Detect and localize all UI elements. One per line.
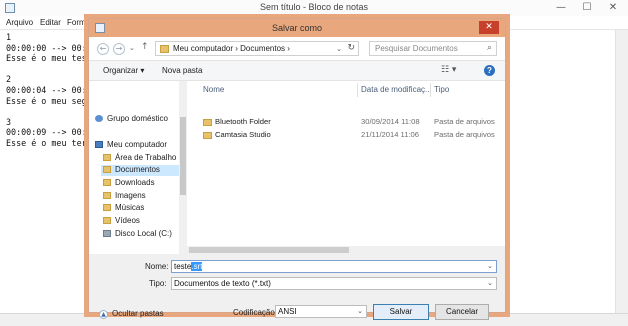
computer-icon xyxy=(95,141,103,148)
chevron-down-icon[interactable]: ⌄ xyxy=(487,279,493,287)
dialog-toolbar: Organizar ▾ Nova pasta ☷ ▾ ? xyxy=(89,61,505,81)
file-name: Bluetooth Folder xyxy=(215,117,271,126)
chevron-down-icon[interactable]: ⌄ xyxy=(357,307,363,315)
forward-arrow-icon[interactable]: → xyxy=(113,43,125,55)
collapse-icon: ▲ xyxy=(99,310,108,319)
dialog-title: Salvar como xyxy=(271,23,323,33)
navigation-pane: Grupo doméstico Meu computador Área de T… xyxy=(89,81,187,254)
file-list-hscrollbar[interactable] xyxy=(187,246,505,254)
encoding-value: ANSI xyxy=(278,307,297,316)
column-header-nome[interactable]: Nome xyxy=(203,85,224,94)
navigation-bar: ← → ⌄ ↑ Meu computador › Documentos › ⌄ … xyxy=(89,37,505,61)
new-folder-button[interactable]: Nova pasta xyxy=(162,66,202,75)
nav-item-grupo-domestico[interactable]: Grupo doméstico xyxy=(95,114,168,123)
file-list: Nome Data de modificaç... Tipo Bluetooth… xyxy=(187,81,505,254)
notepad-scrollbar[interactable] xyxy=(615,30,628,313)
address-path[interactable]: Meu computador › Documentos › xyxy=(173,44,290,53)
encoding-label: Codificação: xyxy=(233,308,278,317)
folder-icon xyxy=(103,166,111,173)
folder-icon xyxy=(103,154,111,161)
nav-item-musicas[interactable]: Músicas xyxy=(103,203,144,212)
history-chevron-icon[interactable]: ⌄ xyxy=(129,44,135,52)
column-separator[interactable] xyxy=(357,83,358,97)
filetype-select[interactable]: Documentos de texto (*.txt) ⌄ xyxy=(171,277,497,290)
organize-button[interactable]: Organizar ▾ xyxy=(103,66,144,75)
save-as-dialog: Salvar como ✕ ← → ⌄ ↑ Meu computador › D… xyxy=(88,18,506,320)
folder-icon xyxy=(103,179,111,186)
column-header-data[interactable]: Data de modificaç... xyxy=(361,85,432,94)
dialog-titlebar[interactable]: Salvar como ✕ xyxy=(89,19,505,37)
navpane-scrollbar[interactable] xyxy=(179,81,187,254)
refresh-icon[interactable]: ↻ xyxy=(347,43,355,53)
search-icon[interactable]: ⌕ xyxy=(487,43,492,53)
minimize-icon[interactable]: — xyxy=(548,0,574,16)
up-arrow-icon[interactable]: ↑ xyxy=(141,42,149,52)
save-button[interactable]: Salvar xyxy=(373,304,429,320)
search-input[interactable]: Pesquisar Documentos xyxy=(375,44,458,53)
folder-icon xyxy=(103,192,111,199)
nav-item-videos[interactable]: Vídeos xyxy=(103,216,140,225)
folder-icon xyxy=(203,132,212,139)
column-separator[interactable] xyxy=(430,83,431,97)
search-box[interactable]: Pesquisar Documentos ⌕ xyxy=(369,41,497,56)
hide-folders-button[interactable]: ▲ Ocultar pastas xyxy=(99,309,164,319)
folder-icon xyxy=(103,217,111,224)
folder-icon xyxy=(160,45,169,53)
back-arrow-icon[interactable]: ← xyxy=(97,43,109,55)
file-row[interactable]: Bluetooth Folder 30/09/2014 11:08 Pasta … xyxy=(187,116,505,129)
nav-item-disco-local[interactable]: Disco Local (C:) xyxy=(103,229,172,238)
save-form: Nome: teste.srt ⌄ Tipo: Documentos de te… xyxy=(89,254,505,320)
file-date: 21/11/2014 11:06 xyxy=(361,130,419,139)
file-name: Camtasia Studio xyxy=(215,130,271,139)
folder-icon xyxy=(103,204,111,211)
menu-arquivo[interactable]: Arquivo xyxy=(6,18,33,27)
filename-value[interactable]: teste.srt xyxy=(174,262,203,271)
menu-formatar[interactable]: Forma xyxy=(67,18,90,27)
notepad-title: Sem título - Bloco de notas xyxy=(259,2,369,12)
help-icon[interactable]: ? xyxy=(484,65,495,76)
hscroll-thumb[interactable] xyxy=(189,247,349,253)
close-icon[interactable]: ✕ xyxy=(600,0,626,16)
notepad-titlebar: Sem título - Bloco de notas — ☐ ✕ xyxy=(0,0,628,16)
menu-editar[interactable]: Editar xyxy=(40,18,61,27)
folder-icon xyxy=(203,119,212,126)
encoding-select[interactable]: ANSI ⌄ xyxy=(275,305,367,318)
filetype-value: Documentos de texto (*.txt) xyxy=(174,279,271,288)
cancel-button[interactable]: Cancelar xyxy=(435,304,489,320)
type-label: Tipo: xyxy=(149,279,167,288)
dialog-close-button[interactable]: ✕ xyxy=(479,21,499,34)
nav-item-imagens[interactable]: Imagens xyxy=(103,191,146,200)
file-type: Pasta de arquivos xyxy=(434,117,495,126)
name-label: Nome: xyxy=(145,262,169,271)
filename-input[interactable]: teste.srt ⌄ xyxy=(171,260,497,273)
file-date: 30/09/2014 11:08 xyxy=(361,117,420,126)
address-dropdown-icon[interactable]: ⌄ xyxy=(336,45,342,53)
address-bar[interactable]: Meu computador › Documentos › ⌄ ↻ xyxy=(155,41,359,56)
chevron-down-icon[interactable]: ⌄ xyxy=(487,262,493,270)
navpane-scroll-thumb[interactable] xyxy=(180,117,186,195)
nav-item-downloads[interactable]: Downloads xyxy=(103,178,155,187)
nav-item-documentos[interactable]: Documentos xyxy=(101,165,179,176)
maximize-icon[interactable]: ☐ xyxy=(574,0,600,16)
file-row[interactable]: Camtasia Studio 21/11/2014 11:06 Pasta d… xyxy=(187,129,505,142)
drive-icon xyxy=(103,230,111,237)
nav-item-meu-computador[interactable]: Meu computador xyxy=(95,140,167,149)
column-header-tipo[interactable]: Tipo xyxy=(434,85,449,94)
homegroup-icon xyxy=(95,115,103,122)
view-options-icon[interactable]: ☷ ▾ xyxy=(441,65,456,75)
file-type: Pasta de arquivos xyxy=(434,130,495,139)
nav-item-area-de-trabalho[interactable]: Área de Trabalho xyxy=(103,153,176,162)
